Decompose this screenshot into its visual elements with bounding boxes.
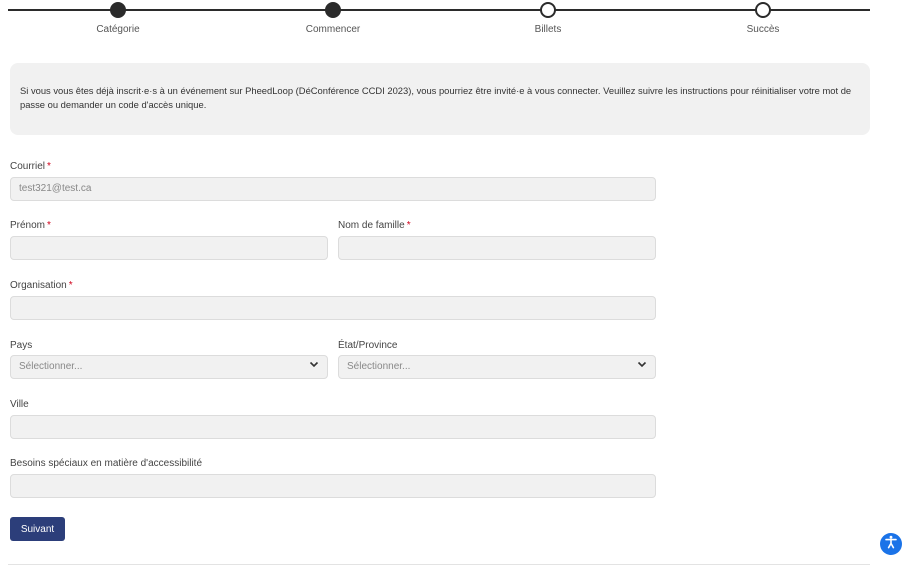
province-select[interactable]: Sélectionner...: [338, 355, 656, 379]
chevron-down-icon: [309, 356, 319, 378]
step-billets: Billets: [468, 2, 628, 35]
email-label: Courriel *: [10, 161, 51, 172]
step-completed-dot: [110, 2, 126, 18]
required-asterisk: *: [47, 220, 51, 231]
step-commencer[interactable]: Commencer: [253, 2, 413, 35]
step-upcoming-dot: [755, 2, 771, 18]
step-current-dot: [325, 2, 341, 18]
step-label: Succès: [746, 24, 780, 35]
first-name-label: Prénom *: [10, 220, 51, 231]
city-label: Ville: [10, 399, 29, 410]
info-text: Si vous vous êtes déjà inscrit·e·s à un …: [20, 85, 852, 110]
step-label: Catégorie: [96, 24, 140, 35]
city-field[interactable]: [10, 415, 656, 439]
info-notice: Si vous vous êtes déjà inscrit·e·s à un …: [10, 63, 870, 135]
divider: [8, 564, 870, 565]
province-selected-value: Sélectionner...: [347, 361, 411, 372]
accessibility-needs-field[interactable]: [10, 474, 656, 498]
required-asterisk: *: [47, 161, 51, 172]
step-categorie[interactable]: Catégorie: [38, 2, 198, 35]
required-asterisk: *: [68, 280, 73, 291]
required-asterisk: *: [406, 220, 411, 231]
organization-field[interactable]: [10, 296, 656, 320]
last-name-label: Nom de famille *: [338, 220, 411, 231]
email-field[interactable]: test321@test.ca: [10, 177, 656, 201]
accessibility-widget-button[interactable]: [880, 533, 902, 555]
country-label: Pays: [10, 340, 33, 351]
organization-label: Organisation *: [10, 280, 73, 291]
last-name-field[interactable]: [338, 236, 656, 260]
step-label: Billets: [534, 24, 562, 35]
email-value: test321@test.ca: [19, 183, 92, 194]
step-succes: Succès: [683, 2, 843, 35]
country-select[interactable]: Sélectionner...: [10, 355, 328, 379]
step-label: Commencer: [305, 24, 361, 35]
chevron-down-icon: [637, 356, 647, 378]
accessibility-needs-label: Besoins spéciaux en matière d'accessibil…: [10, 458, 203, 469]
next-button[interactable]: Suivant: [10, 517, 65, 541]
progress-stepper: Catégorie Commencer Billets Succès: [0, 0, 904, 48]
province-label: État/Province: [338, 340, 398, 351]
step-upcoming-dot: [540, 2, 556, 18]
first-name-field[interactable]: [10, 236, 328, 260]
accessibility-icon: [884, 535, 898, 554]
country-selected-value: Sélectionner...: [19, 361, 83, 372]
